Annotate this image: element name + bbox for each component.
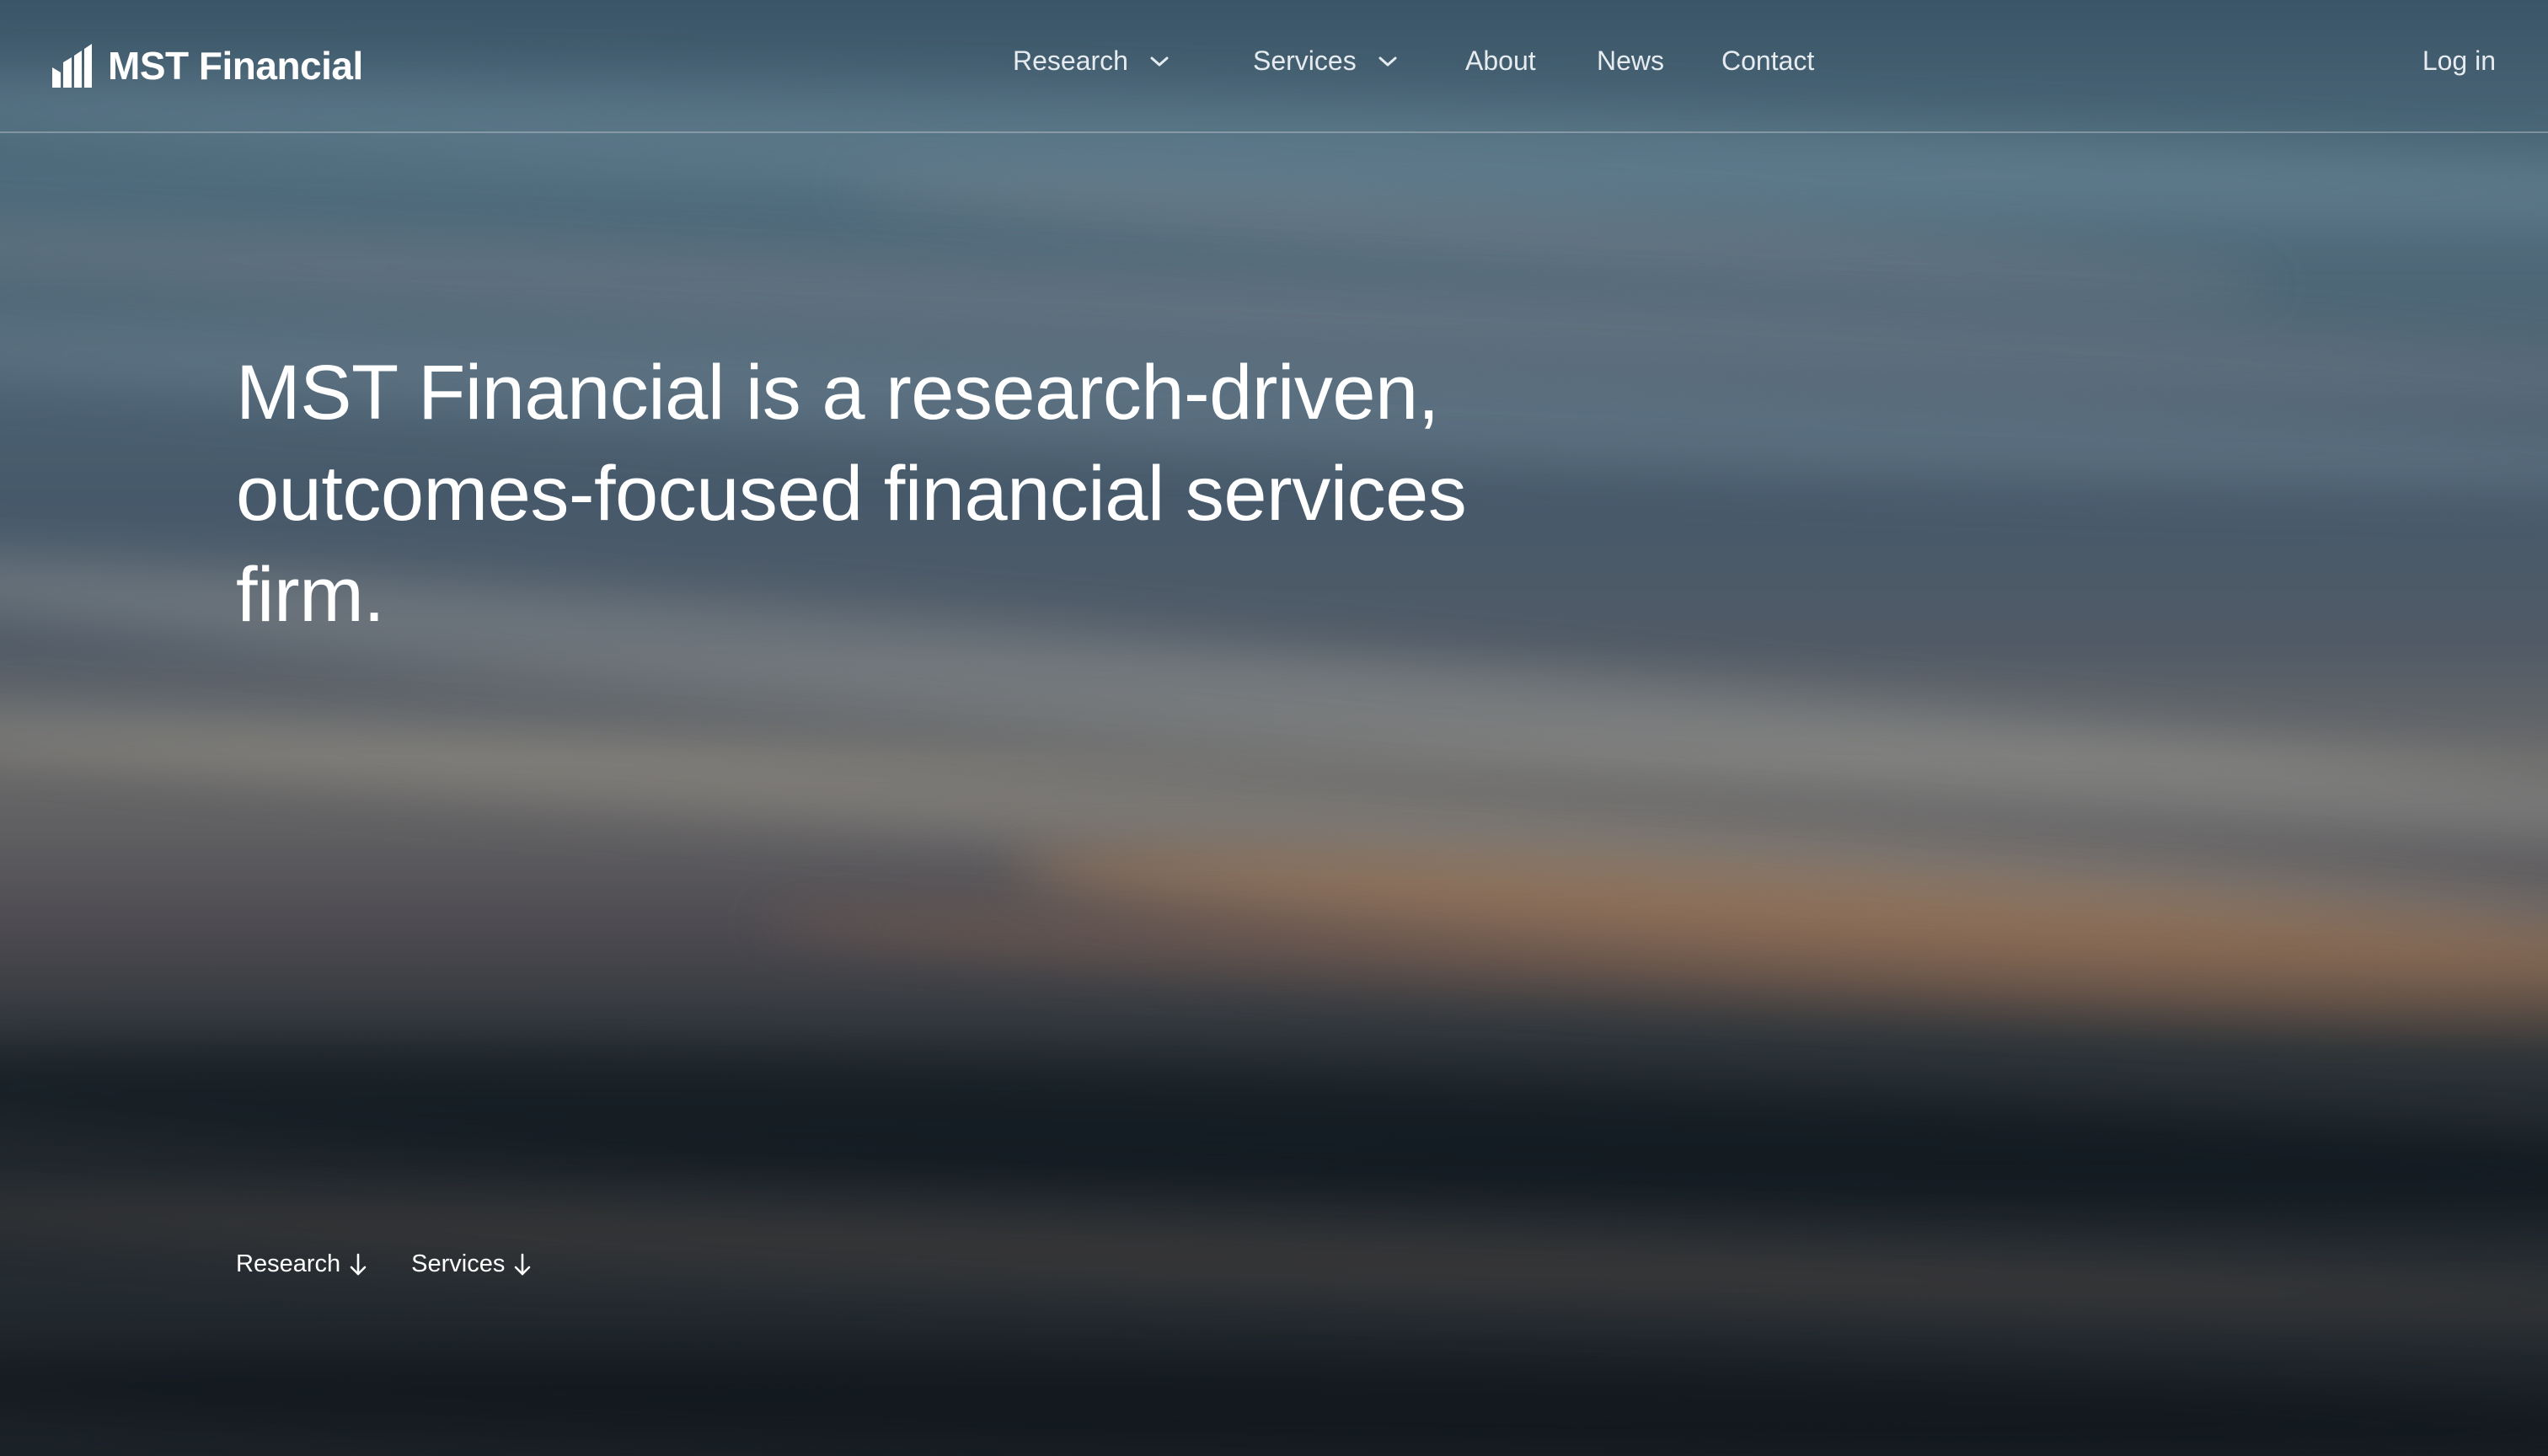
brand-logo-link[interactable]: MST Financial <box>52 39 363 93</box>
nav-item-news[interactable]: News <box>1597 46 1664 77</box>
chevron-down-icon <box>1378 56 1397 66</box>
nav-item-about[interactable]: About <box>1465 46 1536 77</box>
nav-item-research[interactable]: Research <box>1013 46 1169 77</box>
quick-link-research[interactable]: Research <box>236 1250 367 1278</box>
nav-item-label: Services <box>1253 46 1357 76</box>
nav-item-label: Research <box>1013 46 1128 76</box>
hero-quick-links: Research Services <box>236 1250 532 1278</box>
nav-item-services[interactable]: Services <box>1253 46 1397 77</box>
login-link[interactable]: Log in <box>2422 46 2496 77</box>
arrow-down-icon <box>350 1253 367 1275</box>
chevron-down-icon <box>1150 56 1169 66</box>
nav-item-label: News <box>1597 46 1665 76</box>
hero-headline: MST Financial is a research-driven, outc… <box>236 350 1467 638</box>
site-header: MST Financial Research Services About Ne… <box>0 0 2548 133</box>
nav-item-contact[interactable]: Contact <box>1721 46 1814 77</box>
brand-name: MST Financial <box>108 44 363 88</box>
arrow-down-icon <box>515 1253 531 1275</box>
bar-chart-logo-icon <box>52 44 92 88</box>
quick-link-label: Services <box>411 1250 506 1277</box>
quick-link-label: Research <box>236 1250 341 1277</box>
nav-item-label: Contact <box>1721 46 1815 76</box>
nav-item-label: About <box>1465 46 1536 76</box>
quick-link-services[interactable]: Services <box>411 1250 532 1278</box>
page: MST Financial Research Services About Ne… <box>0 0 2548 1456</box>
